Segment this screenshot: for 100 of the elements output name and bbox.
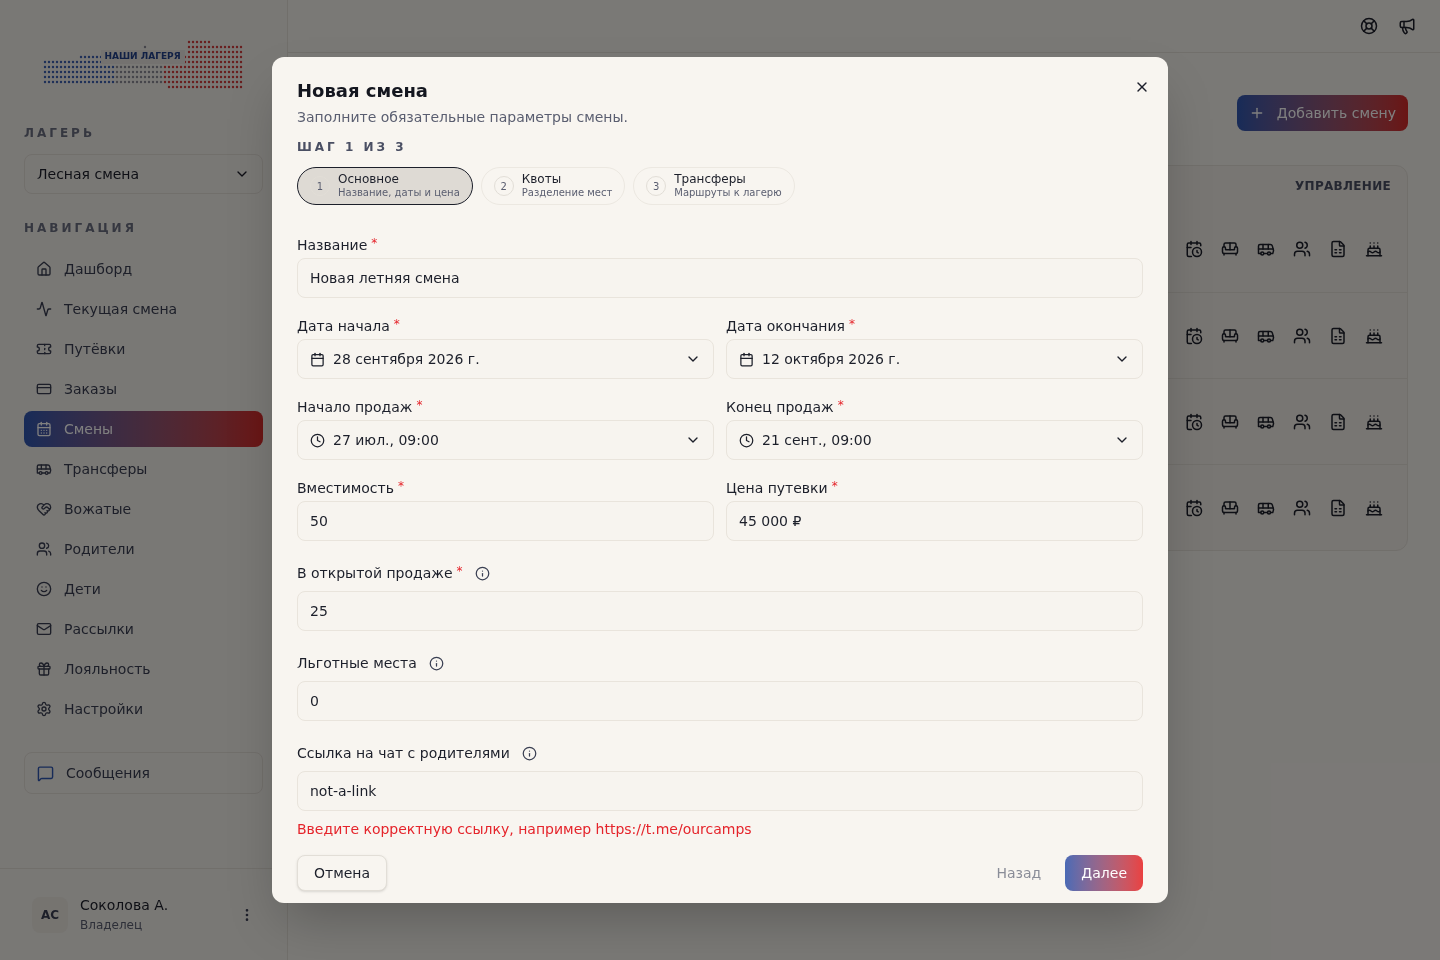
input-field[interactable]: 50 xyxy=(297,501,714,541)
cake-icon[interactable] xyxy=(1365,412,1383,431)
spreadsheet-icon[interactable] xyxy=(1329,498,1347,517)
field-label: Ссылка на чат с родителями xyxy=(297,745,510,761)
nav-item[interactable]: Дети xyxy=(24,571,263,607)
calendar-clock-icon[interactable] xyxy=(1185,412,1203,431)
field-label: Цена путевки xyxy=(726,480,828,496)
info-icon[interactable] xyxy=(521,745,537,761)
nav-item[interactable]: Лояльность xyxy=(24,651,263,687)
add-shift-button[interactable]: Добавить смену xyxy=(1236,95,1408,131)
clock-icon xyxy=(739,432,754,448)
picker-field[interactable]: 21 сент., 09:00 xyxy=(726,420,1143,460)
picker-field[interactable]: 28 сентября 2026 г. xyxy=(297,339,714,379)
spreadsheet-icon[interactable] xyxy=(1329,326,1347,345)
calendar-clock-icon[interactable] xyxy=(1185,498,1203,517)
next-button[interactable]: Далее xyxy=(1065,855,1143,891)
nav-item[interactable]: Родители xyxy=(24,531,263,567)
dialog-subtitle: Заполните обязательные параметры смены. xyxy=(297,108,629,127)
card-icon xyxy=(36,381,52,397)
required-mark: * xyxy=(848,316,855,332)
step-title: Трансферы xyxy=(674,172,746,188)
calendar-clock-icon[interactable] xyxy=(1185,240,1203,258)
users-icon[interactable] xyxy=(1293,498,1311,517)
gift-icon xyxy=(36,661,52,677)
required-mark: * xyxy=(397,478,404,494)
section-label: НАВИГАЦИЯ xyxy=(23,220,138,237)
lifebuoy-icon[interactable] xyxy=(1360,17,1378,35)
messages-button[interactable]: Сообщения xyxy=(24,752,263,794)
user-avatar: АС xyxy=(32,896,68,933)
step-title: Квоты xyxy=(521,172,562,188)
required-mark: * xyxy=(831,478,838,494)
mail-icon xyxy=(36,621,52,637)
smile-icon xyxy=(36,581,52,597)
input-field[interactable]: 45 000 ₽ xyxy=(726,501,1143,541)
pulse-icon xyxy=(36,301,52,317)
nav-item[interactable]: Рассылки xyxy=(24,611,263,647)
column-header: УПРАВЛЕНИЕ xyxy=(1295,178,1391,195)
users-icon[interactable] xyxy=(1293,326,1311,345)
info-icon[interactable] xyxy=(428,655,444,671)
nav-item[interactable]: Заказы xyxy=(24,371,263,407)
field-label: Льготные места xyxy=(297,655,417,671)
input-field[interactable]: 0 xyxy=(297,681,1143,721)
cake-icon[interactable] xyxy=(1365,498,1383,517)
sofa-icon[interactable] xyxy=(1221,412,1239,431)
input-field[interactable]: Новая летняя смена xyxy=(297,258,1143,298)
nav-item[interactable]: Трансферы xyxy=(24,451,263,487)
megaphone-icon[interactable] xyxy=(1398,17,1416,35)
required-mark: * xyxy=(416,397,423,413)
cancel-button[interactable]: Отмена xyxy=(297,855,388,891)
bus-icon xyxy=(36,461,52,477)
step-tab[interactable]: 1 Основное Название, даты и цена xyxy=(297,167,473,205)
sofa-icon[interactable] xyxy=(1221,498,1239,517)
camp-select[interactable]: Лесная смена xyxy=(24,154,263,194)
user-name: Соколова А. xyxy=(80,896,170,915)
picker-value: 21 сент., 09:00 xyxy=(762,430,872,450)
field-label: Начало продаж xyxy=(297,399,413,415)
cake-icon[interactable] xyxy=(1365,326,1383,345)
picker-field[interactable]: 27 июл., 09:00 xyxy=(297,420,714,460)
required-mark: * xyxy=(393,316,400,332)
step-subtitle: Маршруты к лагерю xyxy=(674,187,782,200)
required-mark: * xyxy=(371,235,378,251)
picker-value: 28 сентября 2026 г. xyxy=(333,349,480,369)
back-button[interactable]: Назад xyxy=(996,862,1042,884)
field-label: Конец продаж xyxy=(726,399,834,415)
spreadsheet-icon[interactable] xyxy=(1329,240,1347,258)
chat-icon xyxy=(37,764,54,782)
calendar-clock-icon[interactable] xyxy=(1185,326,1203,345)
dialog-title: Новая смена xyxy=(297,79,428,103)
step-title: Основное xyxy=(338,172,399,188)
calendar-icon xyxy=(739,351,754,367)
spreadsheet-icon[interactable] xyxy=(1329,412,1347,431)
picker-field[interactable]: 12 октября 2026 г. xyxy=(726,339,1143,379)
users-icon[interactable] xyxy=(1293,412,1311,431)
calendar-icon xyxy=(310,351,325,367)
picker-value: 12 октября 2026 г. xyxy=(762,349,901,369)
nav-item[interactable]: Путёвки xyxy=(24,331,263,367)
step-subtitle: Разделение мест xyxy=(521,187,613,200)
users-icon[interactable] xyxy=(1293,240,1311,258)
field-label: Название xyxy=(297,237,368,253)
clock-icon xyxy=(310,432,325,448)
logo-text: НАШИ ЛАГЕРЯ xyxy=(100,50,185,64)
nav-item[interactable]: Настройки xyxy=(24,691,263,727)
input-field[interactable]: not-a-link xyxy=(297,771,1143,811)
cake-icon[interactable] xyxy=(1365,240,1383,258)
field-label: Дата окончания xyxy=(726,318,845,334)
required-mark: * xyxy=(837,397,844,413)
ticket-icon xyxy=(36,341,52,357)
info-icon[interactable] xyxy=(474,565,490,581)
nav-item[interactable]: Текущая смена xyxy=(24,291,263,327)
calendar-icon xyxy=(36,421,52,437)
sofa-icon[interactable] xyxy=(1221,326,1239,345)
nav-item[interactable]: Вожатые xyxy=(24,491,263,527)
required-mark: * xyxy=(456,563,463,579)
settings-icon xyxy=(36,701,52,717)
input-field[interactable]: 25 xyxy=(297,591,1143,631)
nav-item[interactable]: Дашборд xyxy=(24,251,263,287)
sofa-icon[interactable] xyxy=(1221,240,1239,258)
picker-value: 27 июл., 09:00 xyxy=(333,430,439,450)
step-counter: ШАГ 1 ИЗ 3 xyxy=(297,139,407,155)
nav-item[interactable]: Смены xyxy=(24,411,263,447)
